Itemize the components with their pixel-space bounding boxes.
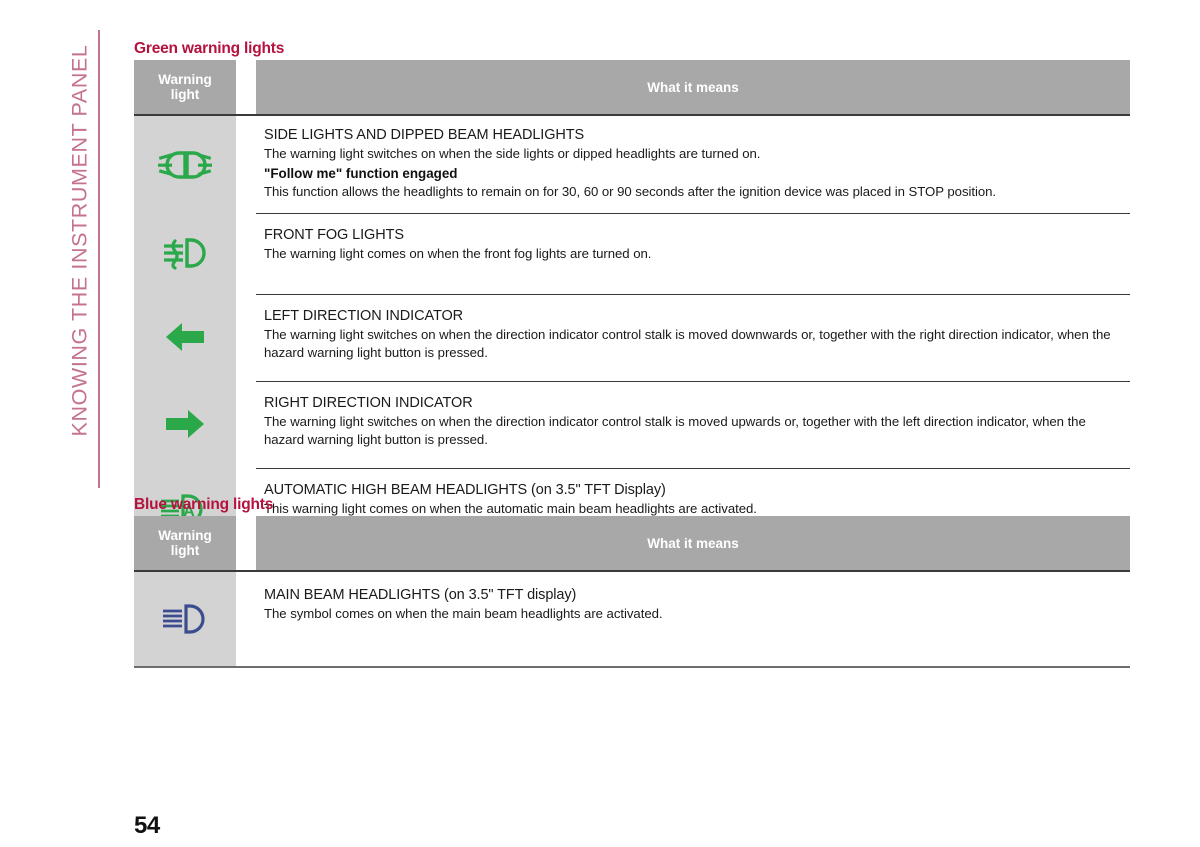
warning-light-icon-cell <box>134 293 236 381</box>
warning-light-text: The warning light switches on when the s… <box>264 146 761 161</box>
warning-light-title: RIGHT DIRECTION INDICATOR <box>264 394 473 411</box>
warning-light-subtitle: "Follow me" function engaged <box>264 165 458 181</box>
warning-light-description-cell: SIDE LIGHTS AND DIPPED BEAM HEADLIGHTS T… <box>256 116 1130 213</box>
chapter-rule <box>98 30 100 488</box>
page-number: 54 <box>134 812 160 839</box>
warning-light-text: The warning light switches on when the d… <box>264 413 1086 448</box>
column-header-warning-light: Warning light <box>134 516 236 570</box>
warning-light-description-cell: RIGHT DIRECTION INDICATOR The warning li… <box>256 380 1130 468</box>
green-table-body: SIDE LIGHTS AND DIPPED BEAM HEADLIGHTS T… <box>134 116 1130 550</box>
warning-light-icon-cell <box>134 116 236 213</box>
warning-light-icon-cell <box>134 572 236 666</box>
chapter-side-tab: KNOWING THE INSTRUMENT PANEL <box>0 0 128 847</box>
warning-light-title: MAIN BEAM HEADLIGHTS (on 3.5" TFT displa… <box>264 587 577 603</box>
column-header-warning-light: Warning light <box>134 60 236 114</box>
column-header-what-it-means: What it means <box>256 60 1130 114</box>
warning-light-title: LEFT DIRECTION INDICATOR <box>264 307 464 324</box>
row-gutter <box>236 572 256 666</box>
row-gutter <box>236 213 256 294</box>
warning-light-text: The symbol comes on when the main beam h… <box>264 606 663 621</box>
left-direction-indicator-icon <box>164 320 206 354</box>
warning-light-text: This function allows the headlights to r… <box>264 183 997 199</box>
warning-light-text: The warning light switches on when the d… <box>264 326 1111 361</box>
warning-light-icon-cell <box>134 213 236 294</box>
table-row: RIGHT DIRECTION INDICATOR The warning li… <box>134 380 1130 468</box>
table-row: FRONT FOG LIGHTS The warning light comes… <box>134 213 1130 294</box>
column-header-warning-light-line2: light <box>170 543 200 558</box>
green-warning-lights-table: Warning light What it means SIDE LIGHTS … <box>134 60 1130 565</box>
row-gutter <box>236 116 256 213</box>
side-lights-dipped-beam-icon <box>157 148 213 182</box>
blue-table-body: MAIN BEAM HEADLIGHTS (on 3.5" TFT displa… <box>134 572 1130 666</box>
warning-light-icon-cell <box>134 380 236 468</box>
column-header-what-it-means: What it means <box>256 516 1130 570</box>
row-gutter <box>236 380 256 468</box>
blue-warning-lights-table: Warning light What it means MAIN BEAM HE… <box>134 516 1130 668</box>
main-beam-headlights-icon <box>160 602 210 636</box>
blue-table-bottom-border <box>134 665 1130 668</box>
header-gap <box>236 516 256 570</box>
table-row: SIDE LIGHTS AND DIPPED BEAM HEADLIGHTS T… <box>134 116 1130 213</box>
warning-light-description-cell: MAIN BEAM HEADLIGHTS (on 3.5" TFT displa… <box>256 572 1130 666</box>
warning-light-text: The warning light comes on when the fron… <box>264 246 652 261</box>
warning-light-description-cell: FRONT FOG LIGHTS The warning light comes… <box>256 213 1130 294</box>
blue-warning-lights-heading: Blue warning lights <box>134 496 274 513</box>
column-header-warning-light-line1: Warning <box>158 528 212 543</box>
right-direction-indicator-icon <box>164 407 206 441</box>
table-header-row: Warning light What it means <box>134 60 1130 116</box>
front-fog-lights-icon <box>161 236 209 270</box>
header-gap <box>236 60 256 114</box>
row-gutter <box>236 293 256 381</box>
warning-light-description-cell: LEFT DIRECTION INDICATOR The warning lig… <box>256 293 1130 381</box>
column-header-warning-light-line2: light <box>170 87 200 102</box>
warning-light-title: FRONT FOG LIGHTS <box>264 227 404 243</box>
chapter-label: KNOWING THE INSTRUMENT PANEL <box>67 44 92 437</box>
warning-light-title: AUTOMATIC HIGH BEAM HEADLIGHTS (on 3.5" … <box>264 481 666 498</box>
green-warning-lights-heading: Green warning lights <box>134 40 285 57</box>
table-row: MAIN BEAM HEADLIGHTS (on 3.5" TFT displa… <box>134 572 1130 666</box>
column-header-warning-light-line1: Warning <box>158 72 212 87</box>
table-row: LEFT DIRECTION INDICATOR The warning lig… <box>134 293 1130 381</box>
warning-light-title: SIDE LIGHTS AND DIPPED BEAM HEADLIGHTS <box>264 127 585 143</box>
table-header-row: Warning light What it means <box>134 516 1130 572</box>
